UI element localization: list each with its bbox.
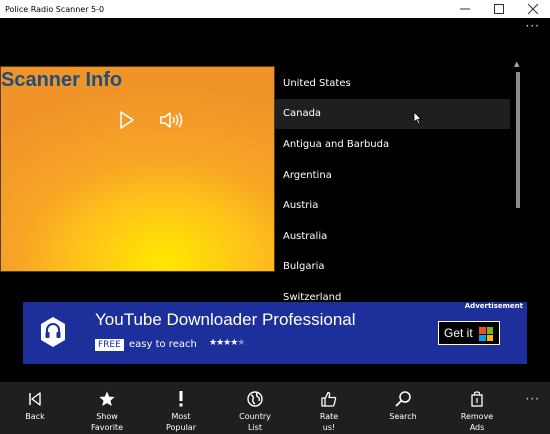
scanner-info-heading: Scanner Info: [1, 69, 123, 91]
ad-title: YouTube Downloader Professional: [95, 310, 356, 329]
back-label: Back: [25, 412, 45, 421]
back-icon: [28, 391, 42, 407]
search-label: Search: [389, 412, 417, 421]
globe-icon: [247, 391, 263, 407]
volume-icon[interactable]: [159, 111, 185, 133]
scanner-info-panel: Scanner Info: [0, 66, 275, 272]
advertisement-banner[interactable]: YouTube Downloader Professional FREE eas…: [23, 302, 527, 364]
show-favorite-button[interactable]: Show Favorite: [70, 382, 144, 434]
country-list: United States Canada Antigua and Barbuda…: [275, 68, 510, 301]
remove-ads-icon: [471, 391, 483, 407]
most-popular-button[interactable]: Most Popular: [144, 382, 218, 434]
free-badge: FREE: [95, 339, 124, 351]
more-options-button[interactable]: ···: [526, 20, 540, 32]
rating-half-star: ★: [237, 338, 245, 348]
command-bar-more-button[interactable]: ···: [526, 392, 540, 406]
ad-tagline: easy to reach: [129, 339, 197, 350]
mouse-cursor-icon: [413, 110, 422, 129]
show-favorite-label: Show Favorite: [91, 412, 123, 432]
remove-ads-label: Remove Ads: [460, 412, 494, 432]
rating-full-stars: ★★★★: [209, 338, 238, 348]
most-popular-label: Most Popular: [166, 412, 196, 432]
country-list-button[interactable]: Country List: [218, 382, 292, 434]
get-it-label: Get it: [444, 326, 473, 340]
country-item[interactable]: Switzerland: [275, 282, 510, 301]
country-item[interactable]: Bulgaria: [275, 252, 510, 283]
close-icon[interactable]: [516, 0, 550, 18]
advertisement-label: Advertisement: [464, 302, 523, 310]
search-button[interactable]: Search: [366, 382, 440, 434]
minimize-icon[interactable]: [448, 0, 482, 18]
search-icon: [395, 391, 411, 407]
window-title: Police Radio Scanner 5-0: [5, 4, 105, 14]
get-it-button[interactable]: Get it: [438, 321, 500, 345]
headphones-logo-icon: [39, 316, 67, 348]
rating-stars-icon: ★★★★★: [209, 338, 245, 348]
country-item[interactable]: Austria: [275, 190, 510, 221]
star-icon: [99, 391, 115, 407]
thumbs-up-icon: [321, 391, 337, 407]
maximize-icon[interactable]: [482, 0, 516, 18]
play-icon[interactable]: [119, 111, 135, 133]
country-item[interactable]: Canada: [275, 98, 510, 130]
remove-ads-button[interactable]: Remove Ads: [440, 382, 514, 434]
country-item[interactable]: Argentina: [275, 160, 510, 191]
app-header: ···: [0, 18, 550, 38]
country-list-scrollbar[interactable]: ▲: [513, 60, 523, 300]
app-window: Police Radio Scanner 5-0 ··· Scanner Inf…: [0, 0, 550, 434]
windows-logo-icon: [479, 327, 493, 341]
rate-us-label: Rate us!: [319, 412, 339, 432]
scroll-up-icon[interactable]: ▲: [514, 60, 519, 68]
country-item[interactable]: Antigua and Barbuda: [275, 129, 510, 160]
command-bar: Back Show Favorite Most Popular Country …: [0, 382, 550, 434]
title-bar: Police Radio Scanner 5-0: [0, 0, 550, 18]
country-list-label: Country List: [239, 412, 271, 432]
rate-us-button[interactable]: Rate us!: [292, 382, 366, 434]
scrollbar-thumb[interactable]: [516, 72, 520, 208]
country-item[interactable]: Australia: [275, 221, 510, 252]
country-item[interactable]: United States: [275, 68, 510, 99]
back-button[interactable]: Back: [0, 382, 70, 434]
exclamation-icon: [178, 391, 184, 407]
